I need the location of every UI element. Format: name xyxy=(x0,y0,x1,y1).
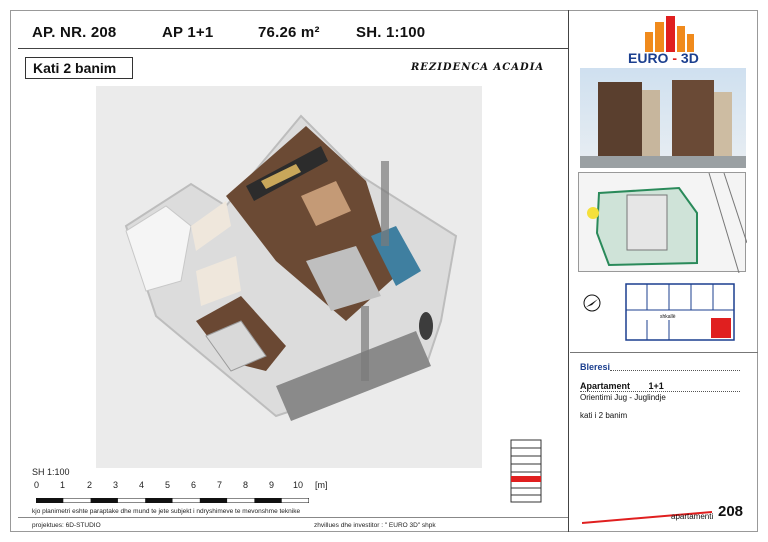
scale-tick: 8 xyxy=(243,480,249,490)
scale-label: SH 1:100 xyxy=(32,467,70,477)
scale-tick: 4 xyxy=(139,480,145,490)
stair-label: shkallë xyxy=(660,314,676,320)
logo-text: EURO - 3D xyxy=(628,50,699,66)
buyer-label: Bleresi xyxy=(580,362,611,372)
building-render xyxy=(580,68,746,168)
floor-label: Kati 2 banim xyxy=(25,57,133,79)
apartment-number: AP. NR. 208 xyxy=(32,24,117,41)
sidebar-divider xyxy=(568,10,569,532)
scale-tick: 2 xyxy=(87,480,93,490)
buyer-field[interactable] xyxy=(610,370,740,371)
plant-icon xyxy=(419,312,433,340)
project-designer: projektues: 6D-STUDIO xyxy=(32,522,101,529)
apartment-info: Apartament 1+1 xyxy=(580,381,664,391)
footer-divider xyxy=(18,517,568,518)
sun-icon xyxy=(587,207,599,219)
scale-tick: 9 xyxy=(269,480,275,490)
building-section-icon xyxy=(507,438,547,504)
apartment-tag-label: apartamenti xyxy=(671,512,714,521)
site-plan xyxy=(578,172,748,274)
residence-name: REZIDENCA ACADIA xyxy=(411,62,545,73)
floor-plan-drawing xyxy=(124,114,458,421)
scale-tick: 5 xyxy=(165,480,171,490)
apartment-highlight xyxy=(711,318,731,338)
apartment-type: AP 1+1 xyxy=(162,24,214,41)
scale-tick: 3 xyxy=(113,480,119,490)
orientation: Orientimi Jug - Juglindje xyxy=(580,393,666,402)
north-arrow-icon xyxy=(582,293,602,313)
scale-unit: [m] xyxy=(315,480,328,490)
drawing-scale: SH. 1:100 xyxy=(356,24,426,41)
floor-info: kati i 2 banim xyxy=(580,411,628,420)
floor-plan xyxy=(96,86,482,468)
panel-divider xyxy=(570,352,758,353)
floor-key-plan xyxy=(625,282,735,342)
apartment-tag-number: 208 xyxy=(718,503,744,520)
scale-tick: 1 xyxy=(60,480,66,490)
developer: zhvillues dhe investitor : " EURO 3D" sh… xyxy=(314,522,436,529)
scale-tick: 6 xyxy=(191,480,197,490)
scale-tick: 7 xyxy=(217,480,223,490)
scale-tick: 0 xyxy=(34,480,40,490)
scale-bar xyxy=(35,490,310,504)
header-divider xyxy=(18,48,568,49)
disclaimer: kjo planimetri eshte paraptake dhe mund … xyxy=(32,508,301,515)
scale-tick: 10 xyxy=(293,480,304,490)
apartment-area: 76.26 m² xyxy=(258,24,320,41)
